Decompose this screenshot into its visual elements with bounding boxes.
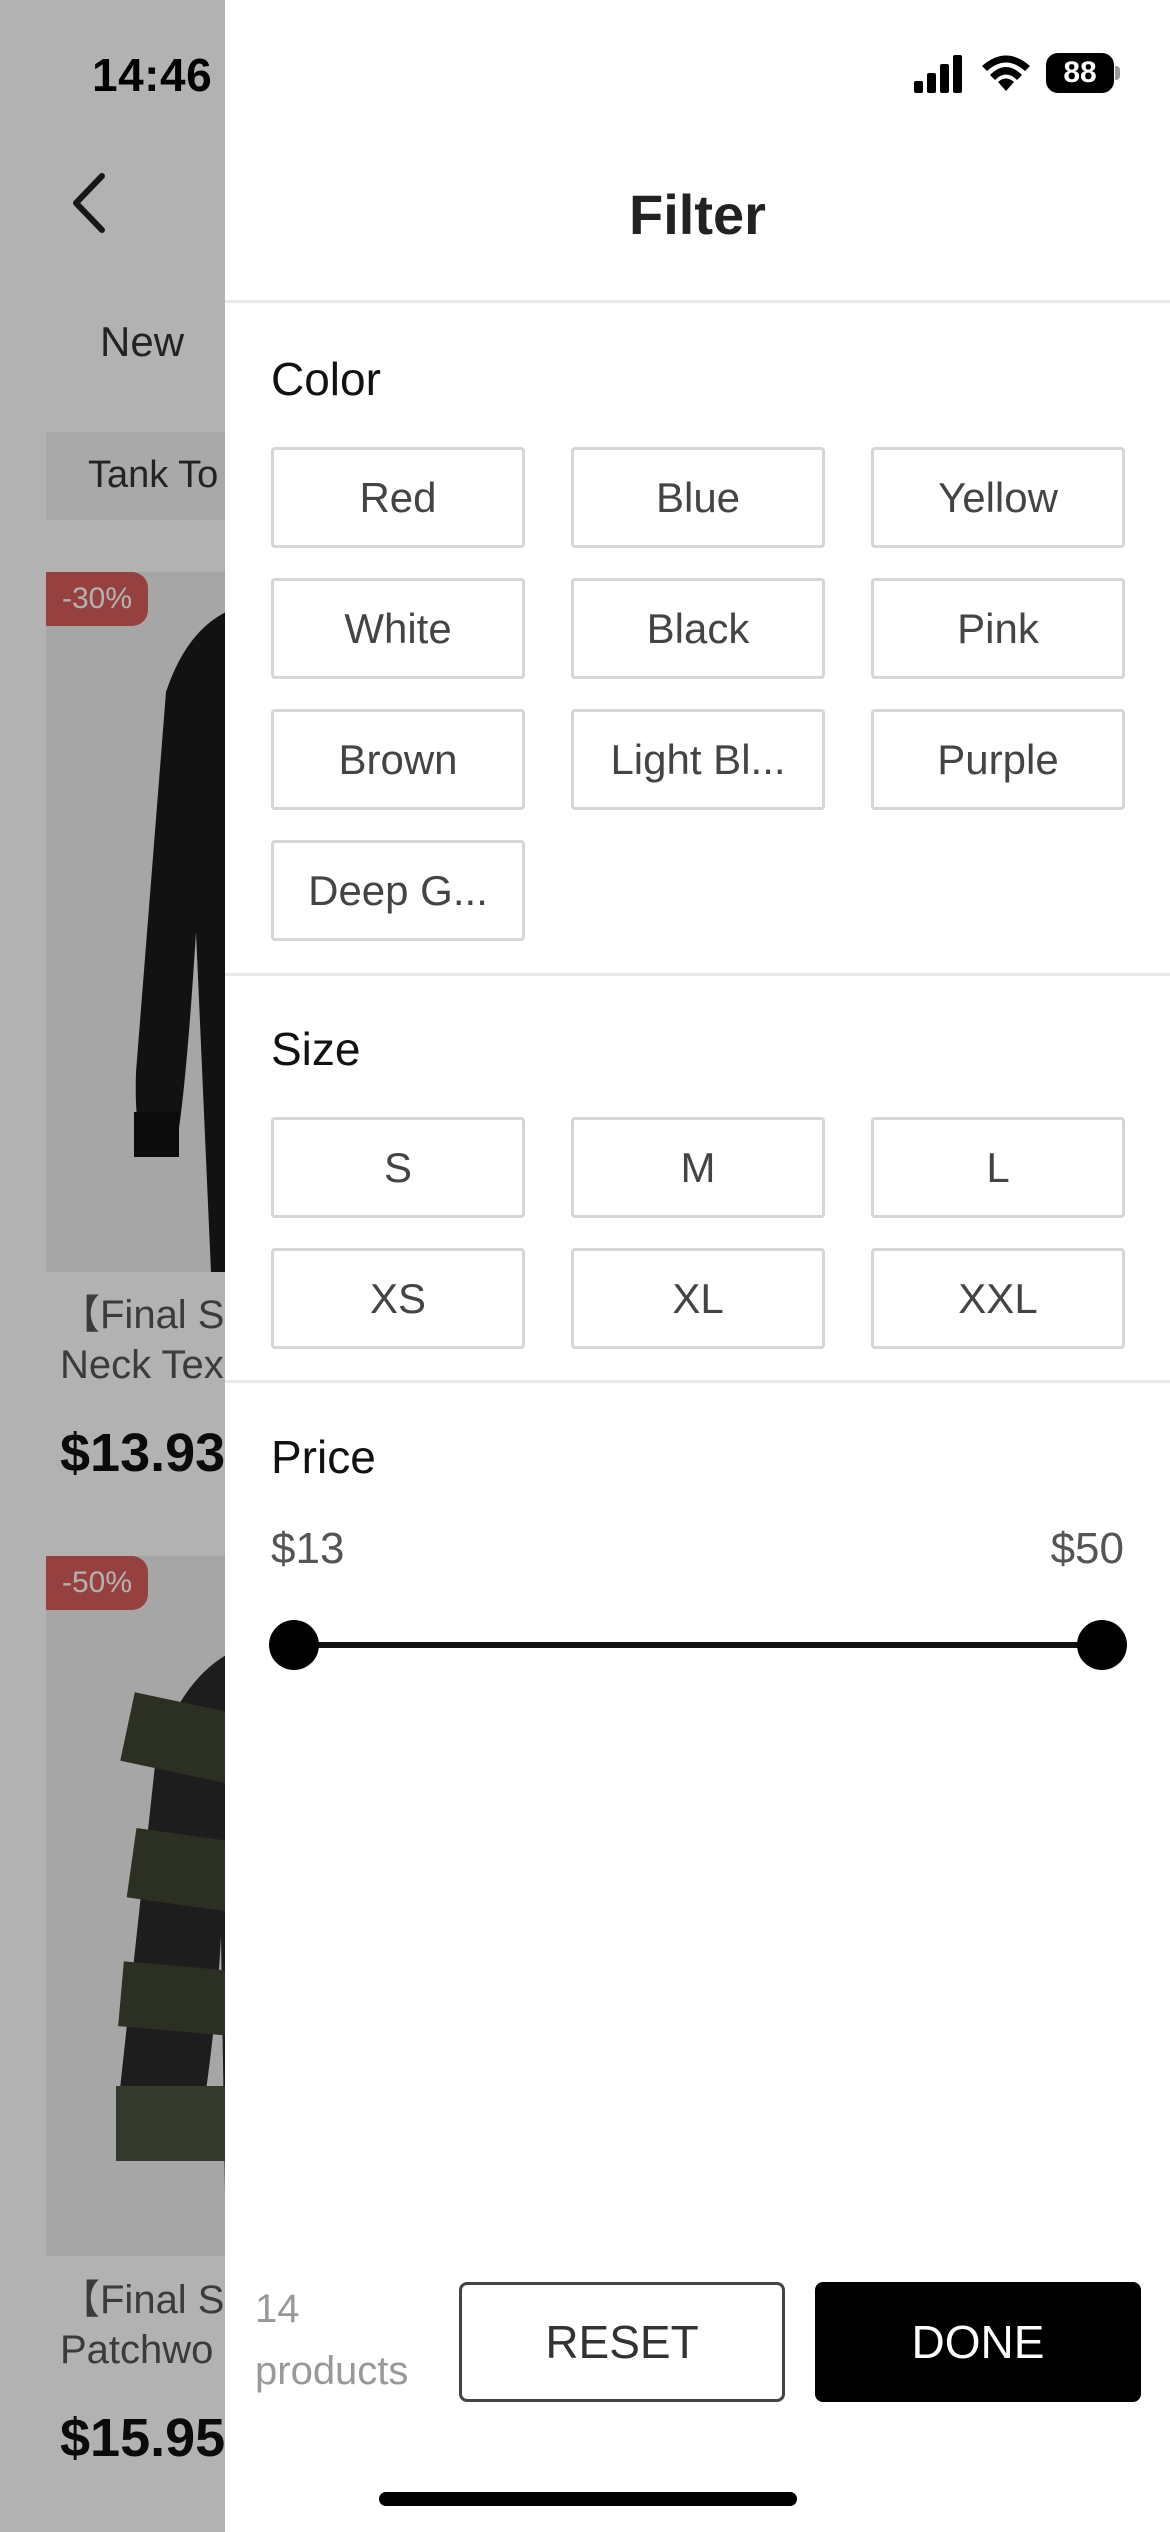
color-option-light-blue[interactable]: Light Bl... [571,709,825,810]
size-options: S M L XS XL XXL [271,1117,1125,1349]
size-option-xs[interactable]: XS [271,1248,525,1349]
divider [225,300,1170,303]
color-option-deep-green[interactable]: Deep G... [271,840,525,941]
done-button[interactable]: DONE [815,2282,1141,2402]
filter-title: Filter [629,183,766,246]
color-option-blue[interactable]: Blue [571,447,825,548]
home-indicator[interactable] [379,2492,797,2506]
signal-icon [914,55,962,93]
price-slider-min-handle[interactable] [269,1620,319,1670]
battery-icon: 88 [1046,53,1120,93]
divider [225,973,1170,976]
color-option-black[interactable]: Black [571,578,825,679]
overlay-scrim[interactable] [0,0,225,2532]
size-option-l[interactable]: L [871,1117,1125,1218]
color-option-brown[interactable]: Brown [271,709,525,810]
color-options: Red Blue Yellow White Black Pink Brown L… [271,447,1125,941]
reset-button[interactable]: RESET [459,2282,785,2402]
color-option-yellow[interactable]: Yellow [871,447,1125,548]
battery-level: 88 [1046,53,1114,93]
divider [225,1380,1170,1383]
size-option-xl[interactable]: XL [571,1248,825,1349]
size-option-s[interactable]: S [271,1117,525,1218]
price-max-label: $50 [1050,1524,1124,1573]
price-slider-track[interactable] [293,1642,1101,1648]
size-option-m[interactable]: M [571,1117,825,1218]
color-section-title: Color [271,353,381,405]
size-option-xxl[interactable]: XXL [871,1248,1125,1349]
price-slider-max-handle[interactable] [1077,1620,1127,1670]
color-option-red[interactable]: Red [271,447,525,548]
price-min-label: $13 [271,1524,345,1573]
product-count: 14 products [255,2287,409,2393]
price-section-title: Price [271,1431,376,1483]
wifi-icon [982,55,1030,91]
filter-drawer: 88 Filter Color Red Blue Yellow White Bl… [225,0,1170,2532]
color-option-white[interactable]: White [271,578,525,679]
status-icons: 88 [912,50,1120,96]
size-section-title: Size [271,1023,361,1075]
color-option-purple[interactable]: Purple [871,709,1125,810]
color-option-pink[interactable]: Pink [871,578,1125,679]
